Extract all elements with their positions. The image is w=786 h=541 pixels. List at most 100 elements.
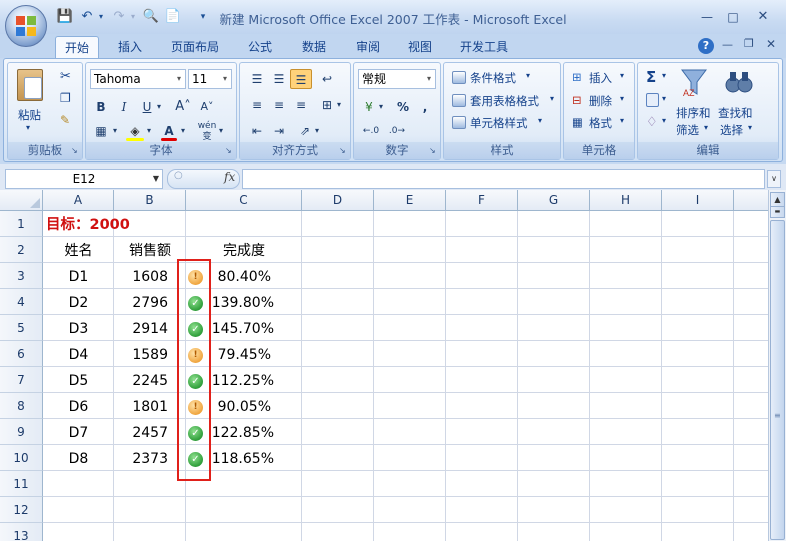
sort-filter-line1[interactable]: 排序和: [676, 105, 711, 121]
minimize-button[interactable]: —: [696, 8, 718, 26]
column-header-e[interactable]: E: [374, 190, 446, 211]
column-header-f[interactable]: F: [446, 190, 518, 211]
cell-name[interactable]: D5: [43, 368, 114, 394]
restore-icon[interactable]: ❐: [744, 37, 754, 50]
chevron-down-icon[interactable]: ▾: [538, 116, 542, 125]
font-color-dropdown-icon[interactable]: ▾: [178, 121, 188, 141]
cell-sales[interactable]: 2373: [114, 446, 168, 472]
copy-icon[interactable]: ❐: [60, 91, 71, 105]
row-header-9[interactable]: 9: [0, 419, 43, 445]
close-workbook-icon[interactable]: ✕: [766, 37, 776, 51]
align-top-icon[interactable]: ☰: [246, 69, 268, 89]
help-icon[interactable]: ?: [698, 38, 714, 54]
percent-button[interactable]: %: [392, 97, 414, 117]
scroll-thumb[interactable]: ≡: [770, 220, 785, 540]
row-header-12[interactable]: 12: [0, 497, 43, 523]
chevron-down-icon[interactable]: ▾: [620, 116, 624, 125]
name-box[interactable]: E12 ▼: [5, 169, 163, 189]
maximize-button[interactable]: □: [722, 8, 744, 26]
tab-review[interactable]: 审阅: [346, 36, 390, 58]
cut-icon[interactable]: ✂: [60, 69, 71, 84]
tab-view[interactable]: 视图: [398, 36, 442, 58]
cell-sales[interactable]: 1608: [114, 264, 168, 290]
ribbon-minimize-icon[interactable]: —: [722, 38, 733, 51]
italic-button[interactable]: I: [113, 97, 135, 117]
wrap-text-icon[interactable]: ↩: [316, 69, 338, 89]
select-all-corner[interactable]: [0, 190, 43, 211]
border-dropdown-icon[interactable]: ▾: [110, 121, 120, 141]
align-left-icon[interactable]: ≡: [246, 95, 268, 115]
orientation-dropdown-icon[interactable]: ▾: [312, 121, 322, 141]
grow-font-icon[interactable]: A˄: [172, 97, 194, 117]
worksheet-grid[interactable]: A B C D E F G H I 1 2 3 4 5 6 7 8 9 10 1…: [0, 190, 768, 541]
row-header-1[interactable]: 1: [0, 211, 43, 237]
sort-filter-icon[interactable]: AZ: [680, 68, 708, 98]
align-bottom-icon[interactable]: ☰: [290, 69, 312, 89]
tab-home[interactable]: 开始: [55, 36, 99, 58]
increase-indent-icon[interactable]: ⇥: [268, 121, 290, 141]
cell-name[interactable]: D6: [43, 394, 114, 420]
formula-input[interactable]: [242, 169, 765, 189]
cell-sales[interactable]: 2796: [114, 290, 168, 316]
fill-icon[interactable]: [646, 93, 659, 107]
phonetic-icon[interactable]: wén 变: [196, 121, 218, 142]
sort-filter-line2[interactable]: 筛选: [676, 122, 699, 138]
tab-formulas[interactable]: 公式: [238, 36, 282, 58]
find-select-line2[interactable]: 选择: [720, 122, 743, 138]
number-format-select[interactable]: 常规 ▾: [358, 69, 436, 89]
column-header-d[interactable]: D: [302, 190, 374, 211]
split-handle-icon[interactable]: ▬: [770, 206, 785, 218]
font-launcher-icon[interactable]: ↘: [225, 147, 234, 156]
chevron-down-icon[interactable]: ▾: [620, 94, 624, 103]
cell-sales[interactable]: 1801: [114, 394, 168, 420]
clear-icon[interactable]: ♢: [646, 115, 658, 130]
column-header-i[interactable]: I: [662, 190, 734, 211]
chevron-down-icon[interactable]: ▾: [620, 71, 624, 80]
row-header-5[interactable]: 5: [0, 315, 43, 341]
sort-dropdown-icon[interactable]: ▾: [704, 123, 708, 132]
align-center-icon[interactable]: ≡: [268, 95, 290, 115]
autosum-dropdown-icon[interactable]: ▾: [662, 71, 666, 80]
border-icon[interactable]: ▦: [90, 121, 112, 141]
cell-sales[interactable]: 2914: [114, 316, 168, 342]
phonetic-dropdown-icon[interactable]: ▾: [216, 121, 226, 141]
cell-name[interactable]: D1: [43, 264, 114, 290]
fill-dropdown-icon[interactable]: ▾: [662, 94, 666, 103]
row-header-10[interactable]: 10: [0, 445, 43, 471]
bold-button[interactable]: B: [90, 97, 112, 117]
cell-name[interactable]: D4: [43, 342, 114, 368]
increase-decimal-icon[interactable]: ←.0: [360, 121, 382, 141]
clipboard-launcher-icon[interactable]: ↘: [71, 147, 80, 156]
autosum-button[interactable]: Σ: [646, 68, 656, 86]
column-header-c[interactable]: C: [186, 190, 302, 211]
office-button[interactable]: [5, 5, 47, 47]
cell-sales[interactable]: 1589: [114, 342, 168, 368]
row-header-8[interactable]: 8: [0, 393, 43, 419]
format-cells-button[interactable]: 格式: [589, 115, 612, 131]
underline-dropdown-icon[interactable]: ▾: [154, 97, 164, 117]
font-name-select[interactable]: Tahoma ▾: [90, 69, 186, 89]
tab-insert[interactable]: 插入: [108, 36, 152, 58]
merge-dropdown-icon[interactable]: ▾: [334, 95, 344, 115]
cell-name[interactable]: D7: [43, 420, 114, 446]
shrink-font-icon[interactable]: A˅: [196, 97, 218, 117]
row-header-6[interactable]: 6: [0, 341, 43, 367]
chevron-down-icon[interactable]: ▾: [526, 71, 530, 80]
comma-button[interactable]: ,: [414, 97, 436, 117]
alignment-launcher-icon[interactable]: ↘: [339, 147, 348, 156]
tab-developer[interactable]: 开发工具: [452, 36, 516, 58]
column-header-h[interactable]: H: [590, 190, 662, 211]
column-header-g[interactable]: G: [518, 190, 590, 211]
clear-dropdown-icon[interactable]: ▾: [662, 116, 666, 125]
format-as-table-button[interactable]: 套用表格格式: [470, 93, 539, 109]
chevron-down-icon[interactable]: ▾: [550, 94, 554, 103]
tab-data[interactable]: 数据: [292, 36, 336, 58]
conditional-format-button[interactable]: 条件格式: [470, 70, 516, 86]
format-painter-icon[interactable]: ✎: [60, 113, 70, 127]
tab-page-layout[interactable]: 页面布局: [162, 36, 228, 58]
fill-color-dropdown-icon[interactable]: ▾: [144, 121, 154, 141]
row-header-2[interactable]: 2: [0, 237, 43, 263]
vertical-scrollbar[interactable]: ▲ ▬ ≡: [768, 190, 786, 541]
find-select-icon[interactable]: [724, 69, 754, 97]
insert-function-button[interactable]: fx: [224, 170, 235, 184]
